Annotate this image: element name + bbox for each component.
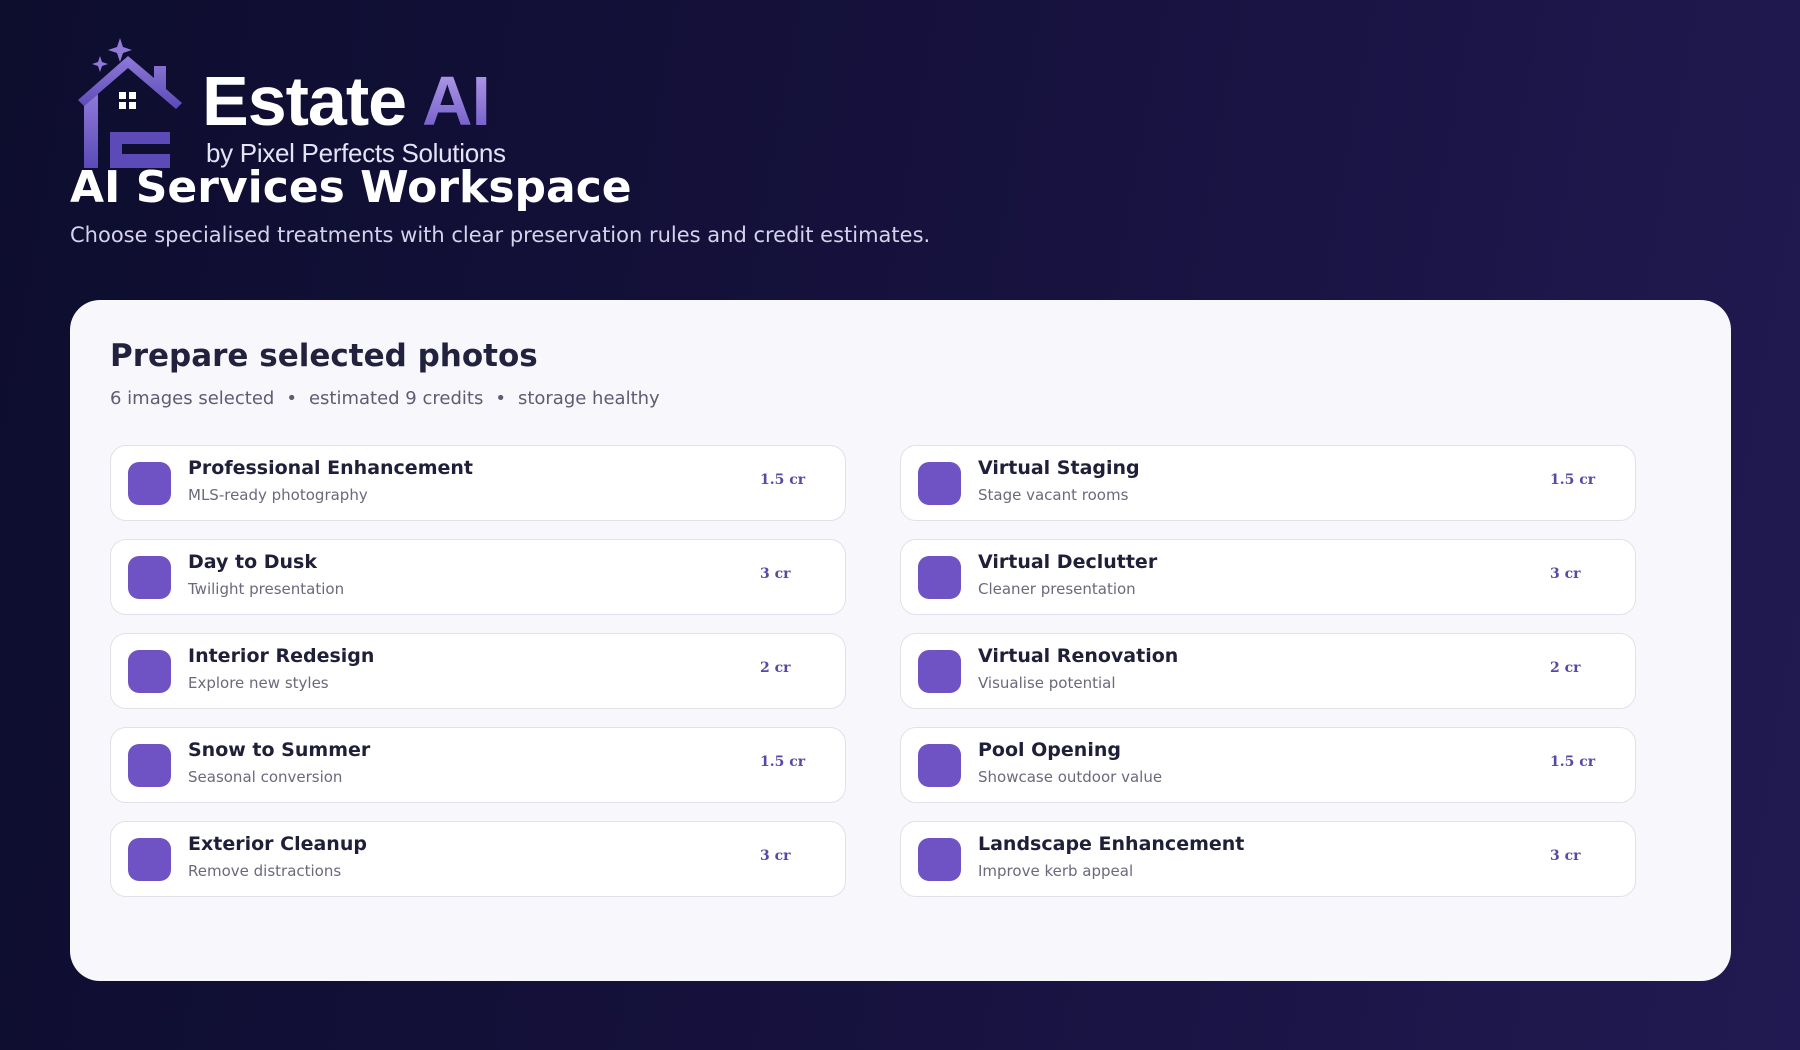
brand-logo: Estate AI by Pixel Perfects Solutions: [70, 36, 510, 170]
service-description: MLS-ready photography: [188, 486, 368, 504]
service-description: Seasonal conversion: [188, 768, 343, 786]
service-icon: [128, 556, 171, 599]
service-icon: [918, 744, 961, 787]
meta-separator: •: [286, 388, 297, 409]
service-title: Landscape Enhancement: [978, 833, 1245, 855]
service-description: Stage vacant rooms: [978, 486, 1129, 504]
service-title: Snow to Summer: [188, 739, 371, 761]
service-credit-cost: 3 cr: [760, 566, 791, 582]
service-grid: Professional Enhancement MLS-ready photo…: [110, 445, 1636, 897]
service-icon: [918, 650, 961, 693]
service-description: Explore new styles: [188, 674, 329, 692]
brand-name: Estate: [202, 62, 407, 140]
service-description: Remove distractions: [188, 862, 342, 880]
service-icon: [918, 838, 961, 881]
service-credit-cost: 3 cr: [1550, 848, 1581, 864]
panel-title: Prepare selected photos: [110, 338, 538, 374]
service-icon: [128, 462, 171, 505]
service-description: Visualise potential: [978, 674, 1116, 692]
service-card-virtual-renovation[interactable]: Virtual Renovation Visualise potential 2…: [900, 633, 1636, 709]
service-credit-cost: 3 cr: [1550, 566, 1581, 582]
service-title: Professional Enhancement: [188, 457, 473, 479]
brand-name-accent: AI: [421, 62, 491, 140]
service-card-virtual-declutter[interactable]: Virtual Declutter Cleaner presentation 3…: [900, 539, 1636, 615]
service-title: Virtual Renovation: [978, 645, 1179, 667]
service-credit-cost: 2 cr: [1550, 660, 1581, 676]
service-description: Twilight presentation: [188, 580, 345, 598]
service-icon: [918, 556, 961, 599]
meta-separator: •: [495, 388, 506, 409]
service-title: Virtual Staging: [978, 457, 1140, 479]
service-title: Interior Redesign: [188, 645, 375, 667]
service-credit-cost: 1.5 cr: [1550, 472, 1596, 488]
service-icon: [918, 462, 961, 505]
house-sparkle-icon: [78, 38, 182, 168]
service-credit-cost: 3 cr: [760, 848, 791, 864]
service-title: Pool Opening: [978, 739, 1121, 761]
service-description: Improve kerb appeal: [978, 862, 1134, 880]
service-credit-cost: 1.5 cr: [760, 472, 806, 488]
brand-wordmark: Estate AI: [202, 66, 491, 136]
service-credit-cost: 2 cr: [760, 660, 791, 676]
service-credit-cost: 1.5 cr: [1550, 754, 1596, 770]
page-title: AI Services Workspace: [70, 162, 632, 213]
service-title: Exterior Cleanup: [188, 833, 367, 855]
service-card-interior-redesign[interactable]: Interior Redesign Explore new styles 2 c…: [110, 633, 846, 709]
service-icon: [128, 838, 171, 881]
service-card-day-to-dusk[interactable]: Day to Dusk Twilight presentation 3 cr: [110, 539, 846, 615]
selection-summary: 6 images selected • estimated 9 credits • st…: [110, 388, 660, 409]
service-icon: [128, 744, 171, 787]
services-panel: Prepare selected photos 6 images selecte…: [70, 300, 1731, 981]
service-card-pool-opening[interactable]: Pool Opening Showcase outdoor value 1.5 …: [900, 727, 1636, 803]
service-card-snow-to-summer[interactable]: Snow to Summer Seasonal conversion 1.5 c…: [110, 727, 846, 803]
service-card-professional-enhancement[interactable]: Professional Enhancement MLS-ready photo…: [110, 445, 846, 521]
storage-status: storage healthy: [517, 388, 660, 409]
service-icon: [128, 650, 171, 693]
service-title: Virtual Declutter: [978, 551, 1158, 573]
images-selected-count: 6 images selected: [110, 388, 275, 409]
service-description: Showcase outdoor value: [978, 768, 1163, 786]
estimated-credits: estimated 9 credits: [308, 388, 484, 409]
service-title: Day to Dusk: [188, 551, 318, 573]
page-subtitle: Choose specialised treatments with clear…: [70, 223, 931, 247]
service-description: Cleaner presentation: [978, 580, 1136, 598]
service-card-virtual-staging[interactable]: Virtual Staging Stage vacant rooms 1.5 c…: [900, 445, 1636, 521]
service-credit-cost: 1.5 cr: [760, 754, 806, 770]
service-card-landscape-enhancement[interactable]: Landscape Enhancement Improve kerb appea…: [900, 821, 1636, 897]
service-card-exterior-cleanup[interactable]: Exterior Cleanup Remove distractions 3 c…: [110, 821, 846, 897]
